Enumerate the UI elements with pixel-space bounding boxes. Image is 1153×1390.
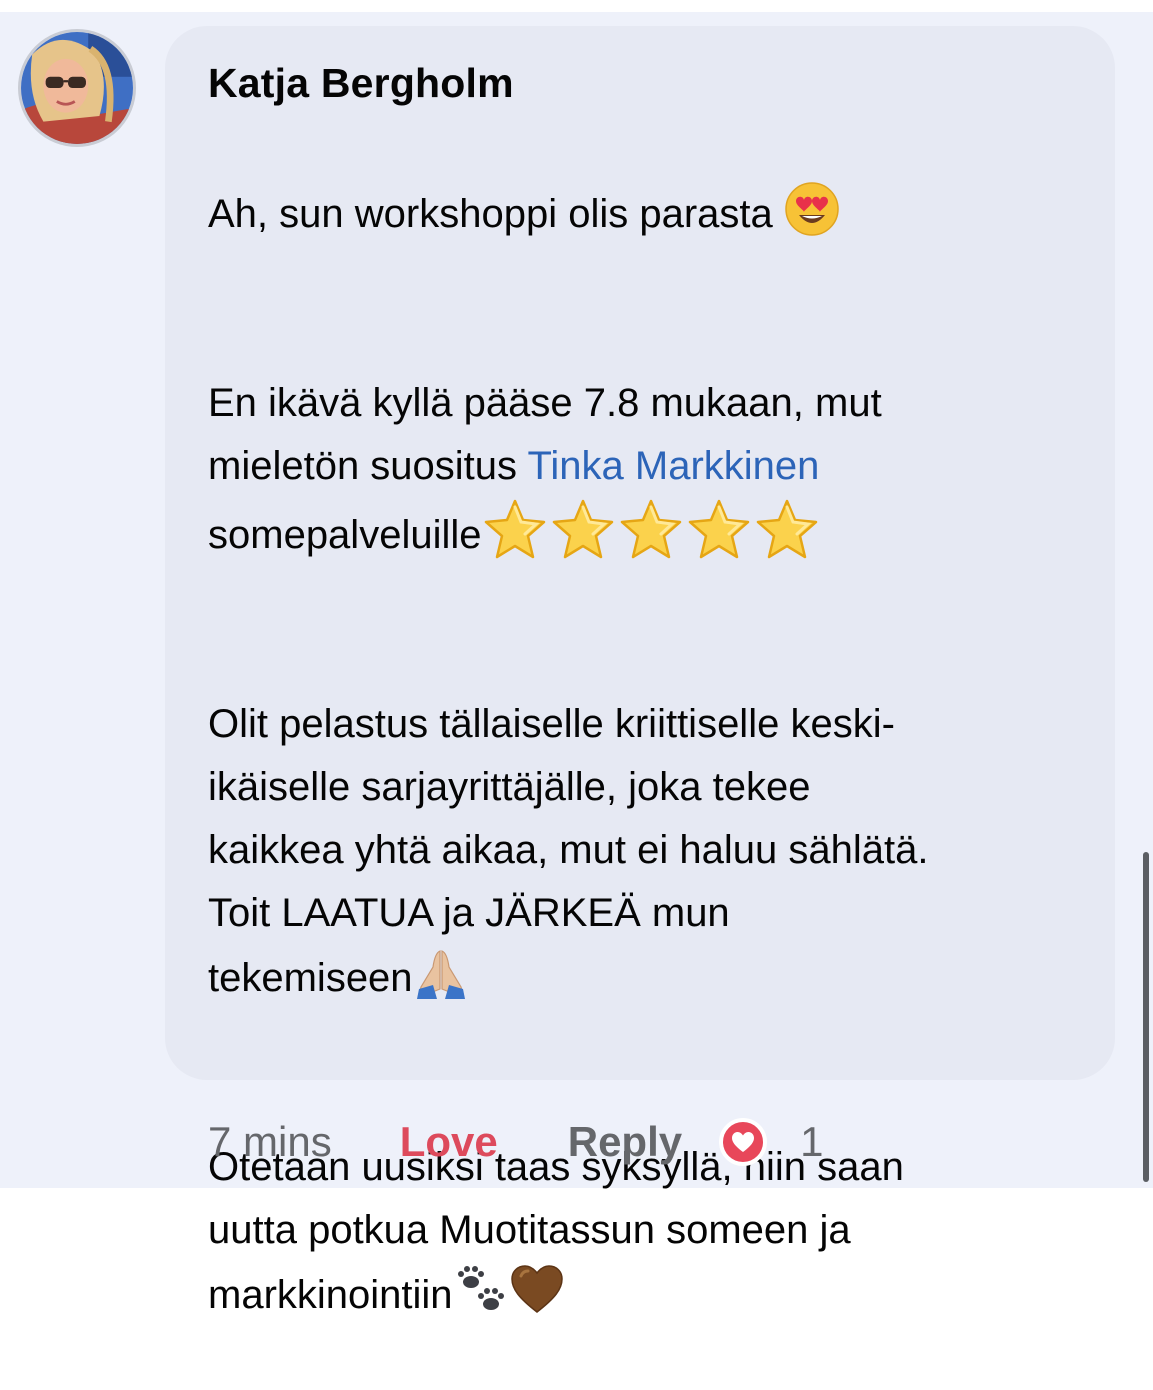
reply-button[interactable]: Reply [568,1118,682,1166]
scrollbar[interactable] [1143,852,1149,1182]
paw-prints-emoji [453,1262,509,1318]
avatar[interactable] [18,29,136,147]
comment-timestamp[interactable]: 7 mins [208,1118,332,1166]
comment-text: Ah, sun workshoppi olis parasta [208,192,784,236]
comment-text: somepalveluille [208,513,482,557]
comment-paragraph: Olit pelastus tällaiselle kriittiselle k… [208,693,1075,1010]
love-button[interactable]: Love [400,1118,498,1166]
love-reaction-icon[interactable] [718,1117,768,1167]
heart-eyes-emoji [784,181,840,237]
star-emoji [617,498,685,560]
brown-heart-emoji [509,1262,565,1318]
comment-paragraph: En ikävä kyllä pääse 7.8 mukaan, mut mie… [208,372,1075,567]
avatar-photo [21,32,133,144]
reaction-count[interactable]: 1 [800,1118,823,1166]
star-emoji [685,498,753,560]
mention-link[interactable]: Tinka Markkinen [527,444,819,488]
comment-author[interactable]: Katja Bergholm [208,54,1075,112]
star-emoji [753,498,821,560]
comment-body: Ah, sun workshoppi olis parasta En ikävä… [208,118,1075,1390]
star-emoji [481,498,549,560]
comment-paragraph: Ah, sun workshoppi olis parasta [208,181,1075,246]
comment-bubble: Katja Bergholm Ah, sun workshoppi olis p… [165,26,1115,1317]
comment-actions: 7 mins Love Reply 1 [208,1110,823,1174]
comment-text: Olit pelastus tällaiselle kriittiselle k… [208,702,929,1000]
star-emoji [549,498,617,560]
folded-hands-emoji [413,945,469,1001]
